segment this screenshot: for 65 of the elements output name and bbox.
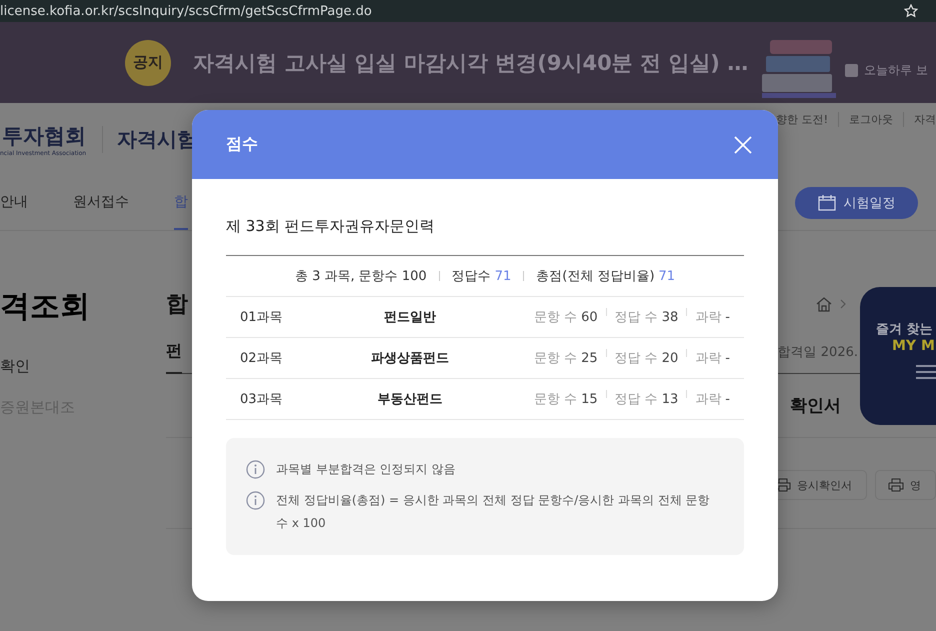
nav-item[interactable]: 합 [174,175,188,230]
dialog-title: 점수 [226,134,258,155]
stat-label: 과락 [695,391,722,408]
note-text: 과목별 부분합격은 인정되지 않음 [276,461,456,478]
summary-label: 총점(전체 정답비율) [536,268,655,285]
stat-value: - [725,392,730,406]
close-icon[interactable] [734,136,752,154]
menu-icon[interactable] [916,364,936,380]
subject-number: 01과목 [239,309,284,326]
stat-label: 정답 수 [614,391,658,408]
info-icon [246,460,265,479]
checkbox[interactable] [845,64,858,77]
stat-value: 60 [581,310,598,324]
stat-value: - [725,350,730,366]
content-tab[interactable]: 펀 [166,341,182,374]
hide-today-label: 오늘하루 보 [864,62,928,79]
note-text: 전체 정답비율(총점) = 응시한 과목의 전체 정답 문항수/응시한 과목의 전체 문항수 x 100 [276,492,711,532]
quick-menu-card[interactable]: 즐겨 찾는 MY M [860,287,936,425]
sidebar-item[interactable]: 확인 [0,357,166,376]
page-title: 격조회 [0,288,91,326]
stat-value: 25 [581,350,598,366]
exam-title: 제 33회 펀드투자권유자문인력 [226,217,744,256]
stat-label: 정답 수 [614,350,658,367]
stat-value: 15 [581,392,598,406]
subject-number: 02과목 [239,350,284,367]
header-link[interactable]: 로그아웃 [838,112,893,126]
summary-label: 정답수 [452,268,491,285]
stat-value: 38 [662,310,678,324]
notice-badge: 공지 [125,40,171,86]
quick-menu-title: MY M [892,338,936,354]
stat-label: 문항 수 [534,350,578,367]
print-button[interactable]: 영 [875,470,936,500]
stat-value: - [725,310,730,324]
stat-label: 과락 [695,309,722,326]
header-link[interactable]: 향한 도전! [776,112,828,126]
calendar-icon [818,194,836,210]
stat-label: 정답 수 [614,309,658,326]
printer-icon [888,478,904,492]
subject-name: 파생상품펀드 [370,350,450,367]
subject-number: 03과목 [239,391,284,408]
summary-value: 71 [658,268,676,284]
printer-icon [775,478,791,492]
header-link[interactable]: 자격 [903,112,936,126]
subject-name: 부동산펀드 [376,391,444,408]
info-icon [246,491,265,510]
nav-item[interactable]: 원서접수 [73,175,129,230]
chevron-icon [840,299,846,309]
home-icon[interactable] [816,296,832,312]
quick-menu-text: 즐겨 찾는 [876,321,934,338]
pass-date: 합격일 2026. [778,344,858,362]
logo-text[interactable]: 투자협회 [2,122,86,150]
nav-item[interactable]: 안내 [0,175,28,230]
content-title: 합 [166,291,188,319]
stat-label: 문항 수 [534,309,578,326]
summary-value: 71 [494,268,512,284]
stat-label: 과락 [695,350,722,367]
section-title: 확인서 [790,395,841,418]
stat-value: 13 [662,392,678,406]
star-icon[interactable] [904,4,918,18]
notice-title[interactable]: 자격시험 고사실 입실 마감시각 변경(9시40분 전 입실) … [193,48,748,76]
schedule-button[interactable]: 시험일정 [795,186,918,218]
subject-name: 펀드일반 [383,309,437,326]
stat-label: 문항 수 [534,391,578,408]
summary-subjects: 총 3 과목, 문항수 100 [294,268,427,285]
stat-value: 20 [662,350,678,366]
